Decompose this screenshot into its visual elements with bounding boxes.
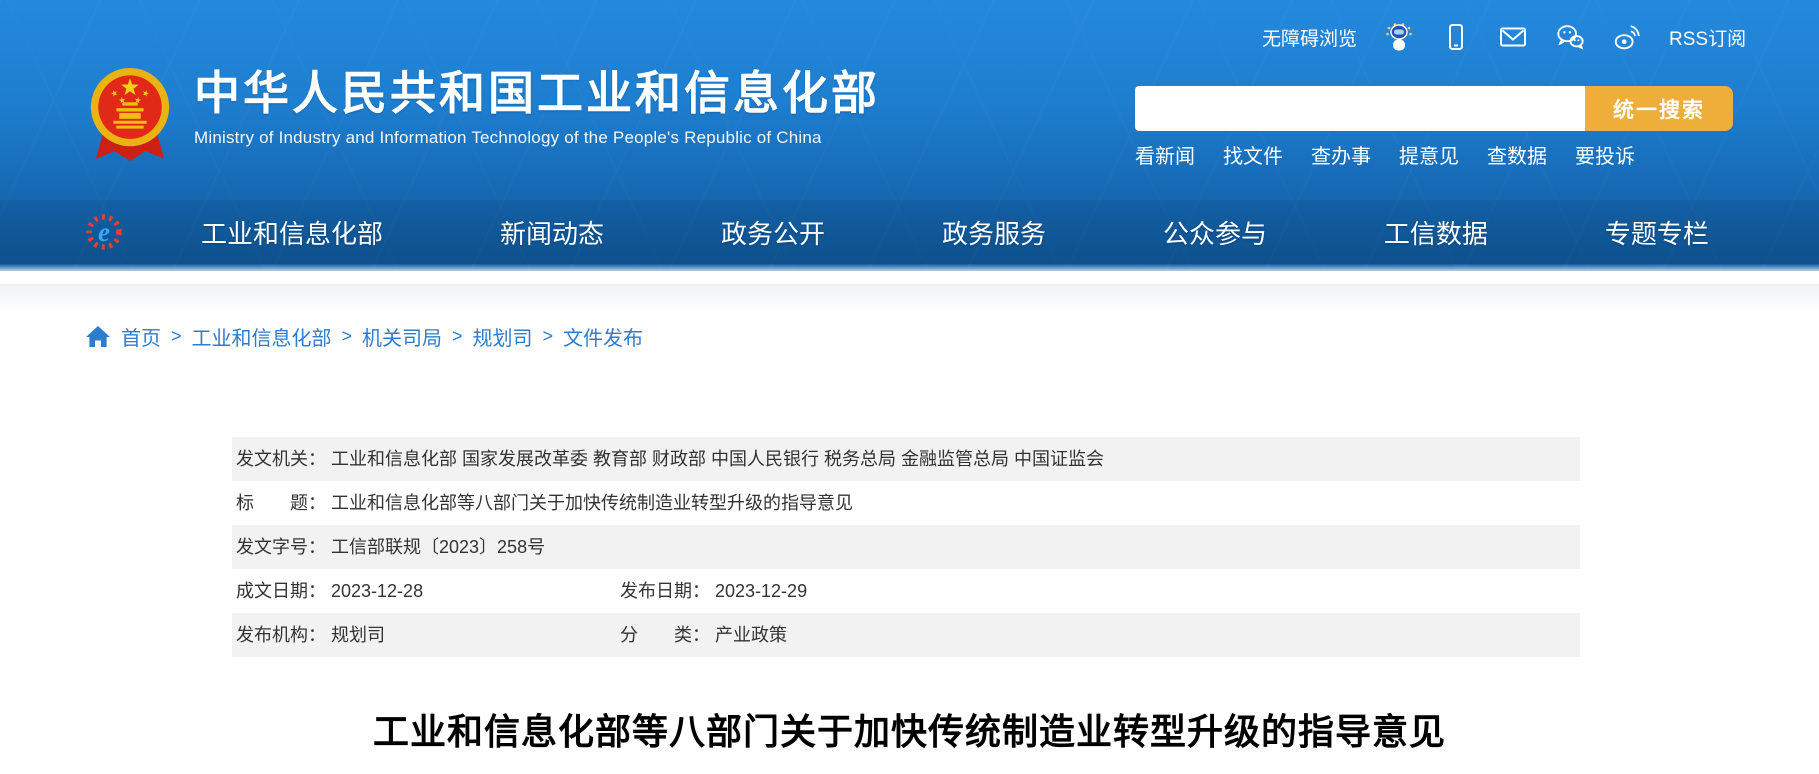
breadcrumb-separator: > xyxy=(342,326,353,347)
header-bottom-fade xyxy=(0,264,1819,271)
brand-text: 中华人民共和国工业和信息化部 Ministry of Industry and … xyxy=(194,60,880,148)
quick-link-documents[interactable]: 找文件 xyxy=(1223,140,1283,169)
quick-links: 看新闻 找文件 查办事 提意见 查数据 要投诉 xyxy=(1135,140,1635,169)
miit-logo-icon: e xyxy=(84,212,124,252)
breadcrumb-planning-dept[interactable]: 规划司 xyxy=(473,322,533,351)
document-meta-table: 发文机关：工业和信息化部 国家发展改革委 教育部 财政部 中国人民银行 税务总局… xyxy=(232,437,1580,657)
meta-value: 产业政策 xyxy=(715,625,787,645)
breadcrumb-separator: > xyxy=(171,326,182,347)
meta-value: 2023-12-28 xyxy=(331,581,423,601)
nav-item-special-topics[interactable]: 专题专栏 xyxy=(1605,214,1709,251)
meta-value: 规划司 xyxy=(331,625,385,645)
main-nav: e 工业和信息化部 新闻动态 政务公开 政务服务 公众参与 工信数据 专题专栏 xyxy=(0,200,1819,264)
meta-label: 发布日期： xyxy=(620,569,715,613)
site-title: 中华人民共和国工业和信息化部 xyxy=(194,68,880,119)
national-emblem-icon xyxy=(86,60,174,164)
weibo-icon[interactable] xyxy=(1612,22,1642,52)
mail-icon[interactable] xyxy=(1498,22,1528,52)
accessibility-link[interactable]: 无障碍浏览 xyxy=(1262,24,1357,51)
nav-item-public-participation[interactable]: 公众参与 xyxy=(1163,214,1267,251)
nav-item-industry-data[interactable]: 工信数据 xyxy=(1384,214,1488,251)
search-bar: 统一搜索 xyxy=(1135,86,1733,131)
meta-value: 2023-12-29 xyxy=(715,581,807,601)
breadcrumb-miit[interactable]: 工业和信息化部 xyxy=(192,322,332,351)
site-header: 无障碍浏览 xyxy=(0,0,1819,271)
meta-value: 工业和信息化部 国家发展改革委 教育部 财政部 中国人民银行 税务总局 金融监管… xyxy=(331,449,1104,469)
quick-link-complaint[interactable]: 要投诉 xyxy=(1575,140,1635,169)
nav-item-news[interactable]: 新闻动态 xyxy=(500,214,604,251)
meta-row-dates: 成文日期：2023-12-28 发布日期：2023-12-29 xyxy=(232,569,1580,613)
miit-webpage: 无障碍浏览 xyxy=(0,0,1819,774)
meta-label: 发文字号： xyxy=(236,525,331,569)
utility-bar: 无障碍浏览 xyxy=(1262,20,1746,54)
meta-label: 发文机关： xyxy=(236,437,331,481)
rss-link[interactable]: RSS订阅 xyxy=(1669,24,1746,51)
nav-items: 工业和信息化部 新闻动态 政务公开 政务服务 公众参与 工信数据 专题专栏 xyxy=(201,200,1709,264)
wechat-icon[interactable] xyxy=(1555,22,1585,52)
meta-col2: 发布日期：2023-12-29 xyxy=(620,569,807,613)
meta-row-document-number: 发文字号：工信部联规〔2023〕258号 xyxy=(232,525,1580,569)
header-divider xyxy=(0,284,1819,310)
nav-item-gov-services[interactable]: 政务服务 xyxy=(942,214,1046,251)
meta-label: 成文日期： xyxy=(236,569,331,613)
quick-link-news[interactable]: 看新闻 xyxy=(1135,140,1195,169)
meta-col2: 分 类：产业政策 xyxy=(620,613,787,657)
meta-value: 工业和信息化部等八部门关于加快传统制造业转型升级的指导意见 xyxy=(331,493,853,513)
quick-link-data[interactable]: 查数据 xyxy=(1487,140,1547,169)
article-title: 工业和信息化部等八部门关于加快传统制造业转型升级的指导意见 xyxy=(0,703,1819,755)
robot-assistant-icon[interactable] xyxy=(1384,22,1414,52)
mobile-icon[interactable] xyxy=(1441,22,1471,52)
svg-text:e: e xyxy=(98,217,110,247)
unified-search-button[interactable]: 统一搜索 xyxy=(1585,86,1733,131)
meta-row-publisher-category: 发布机构：规划司 分 类：产业政策 xyxy=(232,613,1580,657)
meta-value: 工信部联规〔2023〕258号 xyxy=(331,537,545,557)
meta-label: 标 题： xyxy=(236,481,331,525)
nav-item-gov-disclosure[interactable]: 政务公开 xyxy=(721,214,825,251)
meta-label: 发布机构： xyxy=(236,613,331,657)
breadcrumb: 首页 > 工业和信息化部 > 机关司局 > 规划司 > 文件发布 xyxy=(85,322,643,351)
meta-row-title: 标 题：工业和信息化部等八部门关于加快传统制造业转型升级的指导意见 xyxy=(232,481,1580,525)
nav-item-miit[interactable]: 工业和信息化部 xyxy=(201,214,383,251)
meta-row-issuing-agency: 发文机关：工业和信息化部 国家发展改革委 教育部 财政部 中国人民银行 税务总局… xyxy=(232,437,1580,481)
home-icon[interactable] xyxy=(85,324,111,350)
brand: 中华人民共和国工业和信息化部 Ministry of Industry and … xyxy=(86,60,880,164)
quick-link-feedback[interactable]: 提意见 xyxy=(1399,140,1459,169)
breadcrumb-home[interactable]: 首页 xyxy=(121,322,161,351)
search-input[interactable] xyxy=(1135,86,1585,131)
breadcrumb-document-release[interactable]: 文件发布 xyxy=(563,322,643,351)
breadcrumb-separator: > xyxy=(452,326,463,347)
quick-link-services[interactable]: 查办事 xyxy=(1311,140,1371,169)
site-subtitle-en: Ministry of Industry and Information Tec… xyxy=(194,128,880,148)
breadcrumb-departments[interactable]: 机关司局 xyxy=(362,322,442,351)
meta-label: 分 类： xyxy=(620,613,715,657)
breadcrumb-separator: > xyxy=(543,326,554,347)
